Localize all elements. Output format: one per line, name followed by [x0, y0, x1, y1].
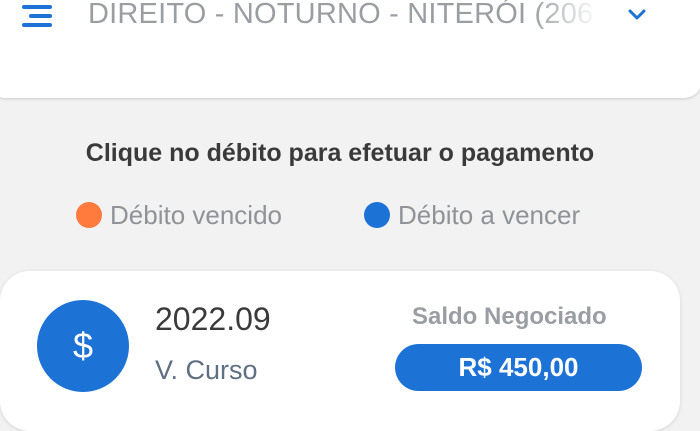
legend-overdue-label: Débito vencido [110, 199, 282, 230]
debit-description: V. Curso [155, 355, 258, 385]
course-selector[interactable]: DIREITO - NOTURNO - NITERÓI (206/ [88, 0, 658, 38]
upcoming-dot-icon [364, 202, 390, 228]
app-header: DIREITO - NOTURNO - NITERÓI (206/ [0, 0, 700, 98]
legend-upcoming-label: Débito a vencer [398, 199, 581, 230]
debit-period: 2022.09 [155, 301, 271, 337]
dollar-sign-icon: $ [37, 300, 129, 392]
hamburger-menu-icon[interactable] [20, 4, 54, 28]
course-selector-fade [533, 0, 598, 38]
debit-card[interactable]: $ 2022.09 V. Curso Saldo Negociado R$ 45… [0, 271, 680, 431]
overdue-dot-icon [76, 202, 102, 228]
balance-amount-badge: R$ 450,00 [395, 344, 642, 391]
legend-overdue: Débito vencido [76, 198, 282, 232]
legend-upcoming: Débito a vencer [364, 198, 580, 232]
chevron-down-icon[interactable] [626, 6, 648, 22]
payment-instruction: Clique no débito para efetuar o pagament… [85, 139, 595, 167]
balance-label: Saldo Negociado [412, 303, 607, 330]
course-selector-value: DIREITO - NOTURNO - NITERÓI (206/ [88, 0, 593, 30]
